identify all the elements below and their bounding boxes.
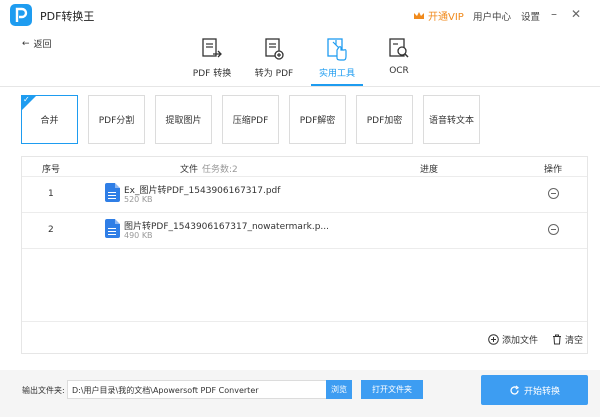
table-row[interactable]: 2 图片转PDF_1543906167317_nowatermark.p... …: [22, 213, 587, 249]
open-folder-button[interactable]: 打开文件夹: [361, 380, 423, 399]
tab-tools[interactable]: 实用工具: [308, 34, 366, 86]
tool-label: 提取图片: [165, 116, 202, 126]
table-footer: 添加文件 清空: [22, 321, 587, 354]
tool-compress[interactable]: 压缩PDF: [222, 95, 279, 144]
tab-label: 实用工具: [318, 69, 355, 79]
clear-button[interactable]: 清空: [552, 333, 583, 346]
header-file: 文件: [180, 165, 199, 175]
tab-ocr[interactable]: OCR: [370, 34, 428, 86]
tab-to-pdf[interactable]: 转为 PDF: [245, 34, 303, 86]
tool-speech-to-text[interactable]: 语音转文本: [423, 95, 480, 144]
tool-merge[interactable]: ✓ 合并: [21, 95, 78, 144]
tab-pdf-convert[interactable]: PDF 转换: [183, 34, 241, 86]
tab-label: 转为 PDF: [254, 69, 294, 79]
refresh-icon: [510, 385, 520, 395]
to-pdf-icon: [265, 38, 284, 60]
pdf-convert-icon: [202, 38, 222, 58]
app-title: PDF转换王: [40, 10, 95, 23]
row-index: 2: [48, 225, 54, 235]
add-file-button[interactable]: 添加文件: [488, 333, 538, 346]
tool-label: 语音转文本: [428, 116, 474, 126]
table-row[interactable]: 1 Ex_图片转PDF_1543906167317.pdf 520 KB: [22, 177, 587, 213]
tool-label: 合并: [40, 116, 59, 126]
document-icon: [105, 183, 120, 202]
settings-link[interactable]: 设置: [521, 9, 540, 23]
title-bar: PDF转换王 开通VIP 用户中心 设置 – ✕: [0, 0, 600, 30]
start-label: 开始转换: [523, 386, 560, 397]
file-table: 序号 文件 任务数:2 进度 操作 1 Ex_图片转PDF_1543906167…: [21, 156, 588, 354]
tab-label: PDF 转换: [192, 69, 232, 79]
vip-label: 开通VIP: [428, 12, 464, 23]
header-index: 序号: [42, 165, 61, 175]
check-icon: ✓: [23, 95, 30, 104]
nav-divider: [0, 86, 600, 87]
remove-icon[interactable]: [548, 188, 559, 199]
add-circle-icon: [488, 334, 499, 345]
app-logo-icon: [10, 4, 32, 26]
tool-split[interactable]: PDF分割: [88, 95, 145, 144]
table-header: 序号 文件 任务数:2 进度 操作: [22, 157, 587, 177]
user-center-link[interactable]: 用户中心: [473, 9, 511, 23]
tool-label: PDF解密: [299, 116, 336, 126]
bottom-bar: 输出文件夹: D:\用户目录\我的文档\Apowersoft PDF Conve…: [0, 370, 600, 417]
clear-label: 清空: [565, 336, 584, 346]
tool-encrypt[interactable]: PDF加密: [356, 95, 413, 144]
header-action: 操作: [544, 165, 563, 175]
tools-icon: [327, 38, 347, 61]
minimize-icon[interactable]: –: [548, 7, 560, 21]
tab-label: OCR: [389, 66, 409, 76]
browse-button[interactable]: 浏览: [326, 380, 352, 399]
output-path-field[interactable]: D:\用户目录\我的文档\Apowersoft PDF Converter: [67, 380, 327, 399]
tool-label: 压缩PDF: [232, 116, 269, 126]
vip-button[interactable]: 开通VIP: [413, 8, 464, 23]
close-icon[interactable]: ✕: [570, 7, 582, 21]
crown-icon: [414, 11, 424, 19]
start-convert-button[interactable]: 开始转换: [481, 375, 588, 405]
header-progress: 进度: [420, 165, 439, 175]
remove-icon[interactable]: [548, 224, 559, 235]
file-size: 520 KB: [124, 195, 153, 204]
ocr-icon: [389, 38, 409, 58]
document-icon: [105, 219, 120, 238]
add-file-label: 添加文件: [502, 336, 539, 346]
output-folder-label: 输出文件夹:: [22, 386, 65, 395]
row-index: 1: [48, 189, 54, 199]
tool-extract-images[interactable]: 提取图片: [155, 95, 212, 144]
tool-label: PDF加密: [366, 116, 403, 126]
tool-label: PDF分割: [98, 116, 135, 126]
file-size: 490 KB: [124, 231, 153, 240]
file-name: 图片转PDF_1543906167317_nowatermark.p...: [124, 222, 330, 232]
tool-decrypt[interactable]: PDF解密: [289, 95, 346, 144]
main-nav: PDF 转换 转为 PDF 实用工具 OCR: [0, 34, 600, 86]
trash-icon: [553, 334, 561, 345]
header-task-count: 任务数:2: [202, 165, 238, 175]
